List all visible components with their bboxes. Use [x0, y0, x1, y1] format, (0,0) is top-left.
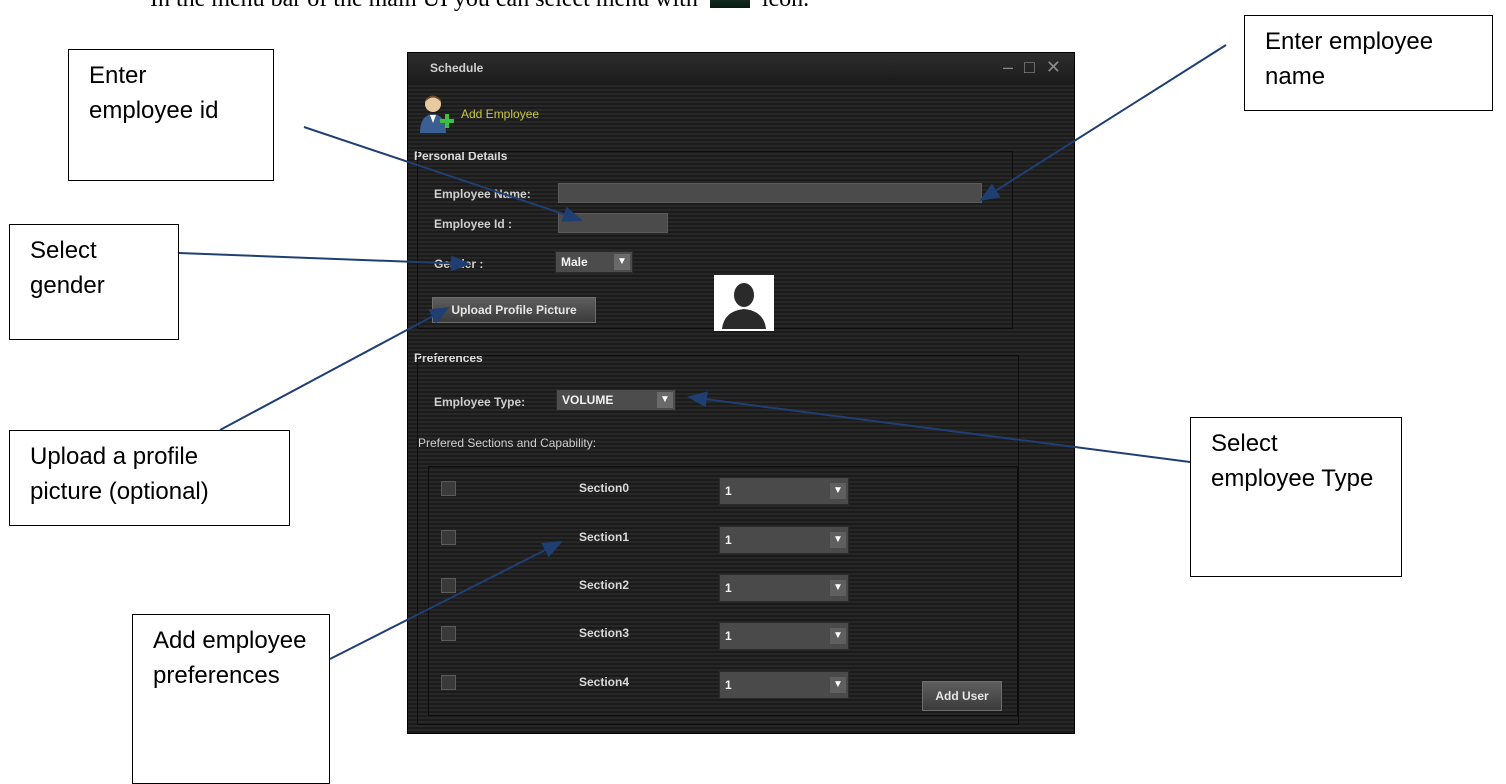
arrow-employee-name [979, 44, 1227, 202]
arrow-profile-picture [219, 307, 450, 431]
arrow-gender [178, 252, 471, 272]
arrow-employee-id [303, 126, 583, 222]
arrow-employee-type [687, 391, 1191, 463]
arrow-overlay [178, 44, 1227, 660]
arrow-preferences [329, 541, 563, 660]
